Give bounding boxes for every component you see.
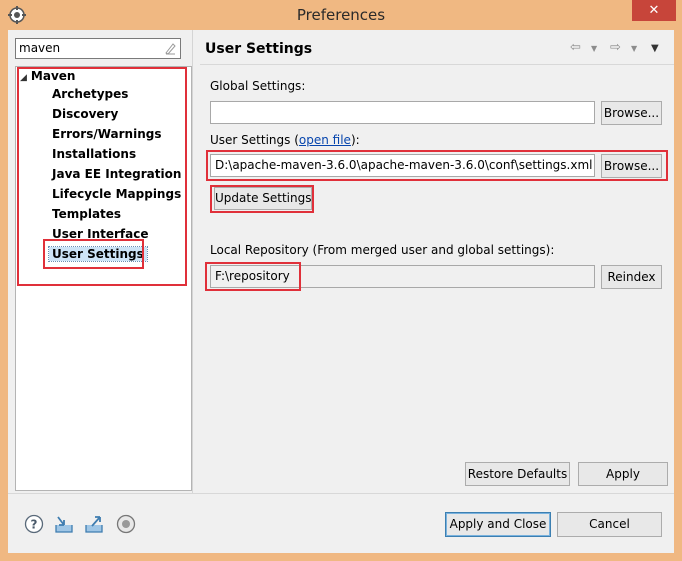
preferences-window: Preferences ✕ maven ◢ Maven Archetypes Di…	[0, 0, 682, 561]
user-settings-label: User Settings (open file):	[210, 133, 360, 147]
update-settings-button[interactable]: Update Settings	[214, 187, 312, 210]
global-browse-button[interactable]: Browse...	[601, 101, 662, 125]
forward-arrow-icon[interactable]: ⇨	[610, 40, 621, 55]
open-file-link[interactable]: open file	[299, 133, 351, 147]
tree-item-templates[interactable]: Templates	[52, 207, 121, 221]
footer-divider	[8, 493, 674, 494]
apply-and-close-button[interactable]: Apply and Close	[445, 512, 551, 537]
header-divider	[200, 64, 674, 65]
user-browse-button[interactable]: Browse...	[601, 154, 662, 178]
oomph-icon[interactable]	[116, 514, 136, 534]
forward-menu-chevron-icon[interactable]: ▼	[631, 44, 637, 53]
page-navigation: ⇦ ▼ ⇨ ▼ ▼	[570, 40, 670, 58]
help-icon[interactable]: ?	[24, 514, 44, 534]
local-repository-label: Local Repository (From merged user and g…	[210, 243, 555, 257]
tree-item-installations[interactable]: Installations	[52, 147, 136, 161]
local-repository-field[interactable]: F:\repository	[210, 265, 595, 288]
svg-text:?: ?	[31, 518, 38, 532]
filter-input[interactable]: maven	[15, 38, 181, 59]
export-icon[interactable]	[84, 514, 104, 534]
tree-item-lifecycle-mappings[interactable]: Lifecycle Mappings	[52, 187, 181, 201]
window-title: Preferences	[296, 6, 386, 24]
apply-button[interactable]: Apply	[578, 462, 668, 486]
close-button[interactable]: ✕	[632, 0, 676, 21]
pane-splitter[interactable]	[192, 30, 193, 493]
user-settings-field[interactable]: D:\apache-maven-3.6.0\apache-maven-3.6.0…	[210, 154, 595, 177]
tree-item-java-ee-integration[interactable]: Java EE Integration	[52, 167, 181, 181]
close-icon[interactable]: ✕	[649, 3, 660, 18]
back-menu-chevron-icon[interactable]: ▼	[591, 44, 597, 53]
tree-item-archetypes[interactable]: Archetypes	[52, 87, 128, 101]
tree-root-maven[interactable]: ◢ Maven	[20, 69, 75, 83]
cancel-button[interactable]: Cancel	[557, 512, 662, 537]
collapse-arrow-icon[interactable]: ◢	[20, 73, 27, 83]
clear-filter-icon[interactable]	[164, 42, 177, 55]
user-settings-label-suffix: ):	[350, 133, 360, 147]
preferences-client: maven ◢ Maven Archetypes Discovery Errors…	[8, 30, 674, 553]
reindex-button[interactable]: Reindex	[601, 265, 662, 289]
tree-item-discovery[interactable]: Discovery	[52, 107, 118, 121]
user-settings-label-prefix: User Settings (	[210, 133, 299, 147]
page-title: User Settings	[205, 41, 313, 57]
import-icon[interactable]	[54, 514, 74, 534]
title-bar: Preferences ✕	[0, 0, 682, 30]
tree-item-user-interface[interactable]: User Interface	[52, 227, 149, 241]
tree-item-user-settings[interactable]: User Settings	[48, 246, 148, 262]
restore-defaults-button[interactable]: Restore Defaults	[465, 462, 570, 486]
tree-root-label: Maven	[30, 69, 76, 83]
global-settings-field[interactable]	[210, 101, 595, 124]
view-menu-icon[interactable]: ▼	[651, 43, 659, 54]
filter-text[interactable]: maven	[19, 41, 60, 55]
back-arrow-icon[interactable]: ⇦	[570, 40, 581, 55]
preference-tree[interactable]: ◢ Maven Archetypes Discovery Errors/Warni…	[15, 66, 192, 491]
tree-item-errors-warnings[interactable]: Errors/Warnings	[52, 127, 161, 141]
global-settings-label: Global Settings:	[210, 79, 306, 93]
